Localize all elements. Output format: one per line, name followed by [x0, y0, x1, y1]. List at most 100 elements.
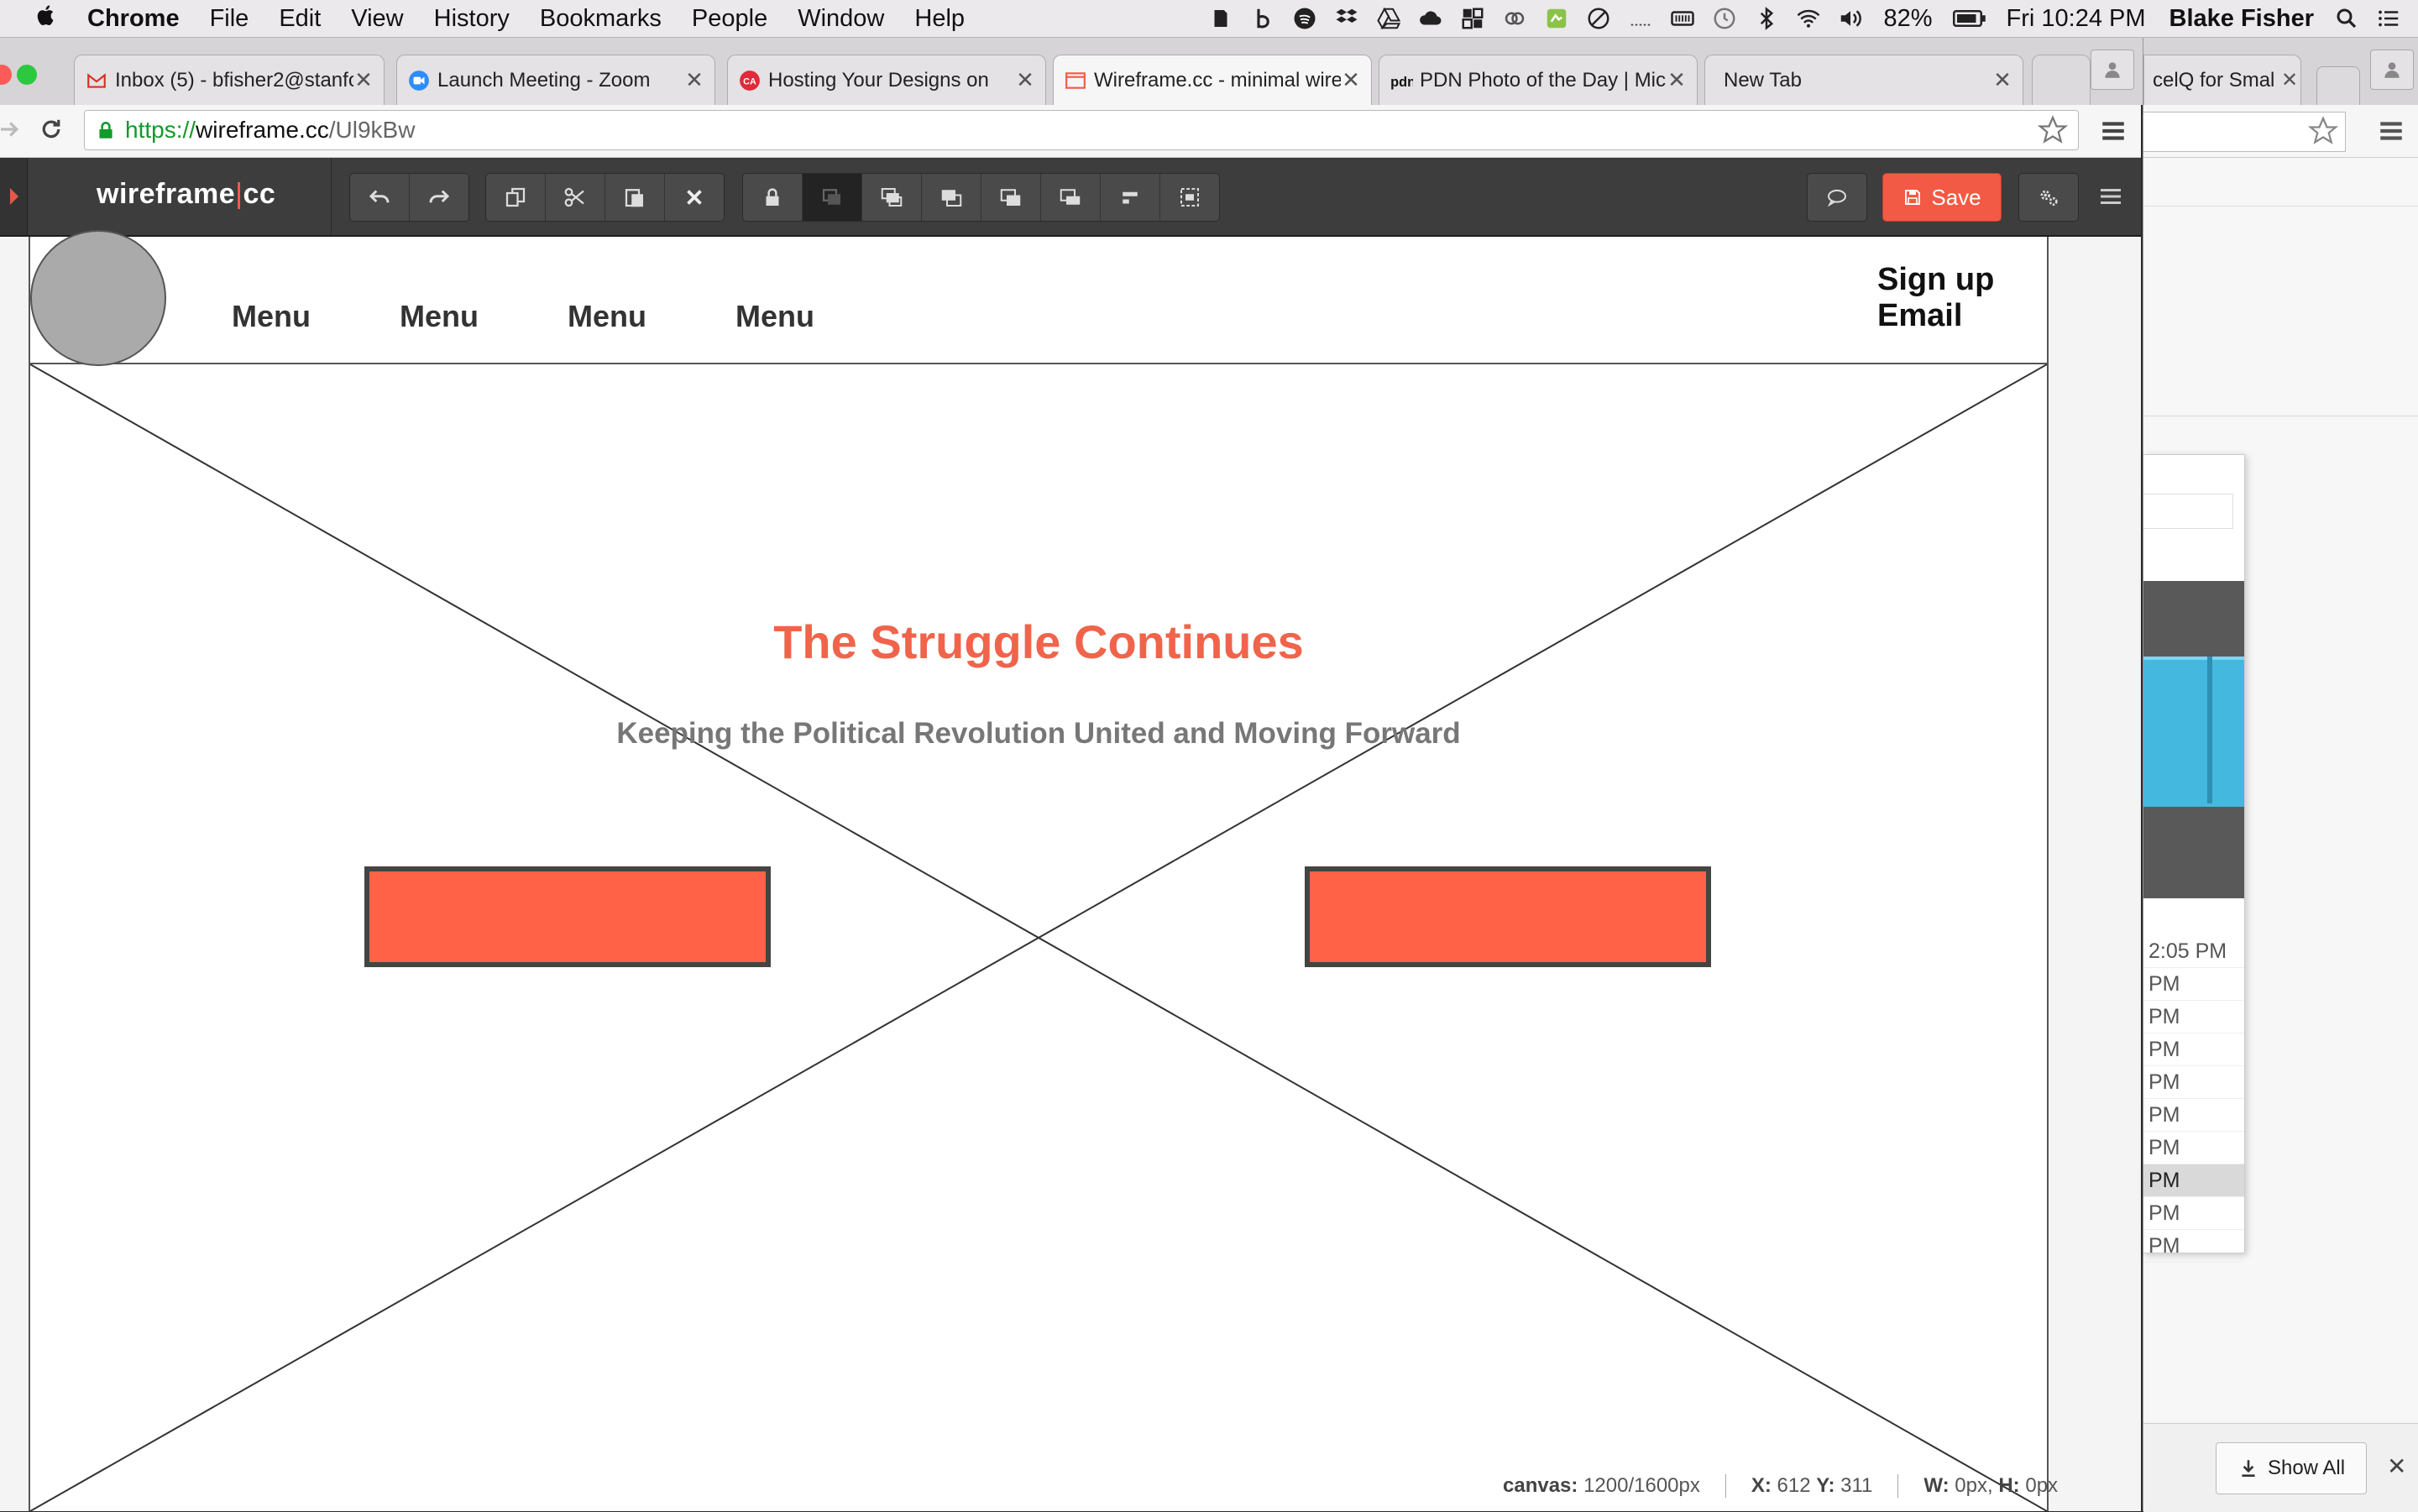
- creative-cloud-icon[interactable]: [1502, 6, 1527, 31]
- time-row[interactable]: PM: [2143, 1197, 2244, 1230]
- bring-to-front-button[interactable]: [862, 174, 922, 221]
- distribute-button[interactable]: [1160, 174, 1219, 221]
- wireframe-header[interactable]: Menu Menu Menu Menu Sign up Email: [30, 230, 2047, 366]
- tab-close-icon[interactable]: ✕: [1992, 67, 2012, 93]
- time-row[interactable]: PM: [2143, 968, 2244, 1001]
- panel-input[interactable]: [2143, 494, 2233, 529]
- paste-button[interactable]: [605, 174, 665, 221]
- menu-edit[interactable]: Edit: [279, 5, 321, 33]
- comment-button[interactable]: [1808, 174, 1866, 221]
- cut-button[interactable]: [546, 174, 605, 221]
- tab-close-icon[interactable]: ✕: [1667, 67, 1687, 93]
- delete-button[interactable]: [665, 174, 724, 221]
- battery-icon[interactable]: [1952, 6, 1986, 31]
- time-row[interactable]: PM: [2143, 1001, 2244, 1033]
- bookmark-star-icon[interactable]: [2038, 115, 2068, 145]
- window-close-button[interactable]: [0, 65, 12, 85]
- sidebar-toggle[interactable]: [0, 158, 28, 235]
- forward-arrow-icon[interactable]: [0, 117, 22, 142]
- menu-history[interactable]: History: [434, 5, 510, 33]
- canvas-area[interactable]: Menu Menu Menu Menu Sign up Email The St…: [0, 230, 2141, 1511]
- clock[interactable]: Fri 10:24 PM: [2007, 5, 2146, 33]
- time-row[interactable]: PM: [2143, 1230, 2244, 1263]
- address-bar[interactable]: https://wireframe.cc/Ul9kBw: [84, 110, 2079, 150]
- group-button[interactable]: [803, 174, 862, 221]
- hero-image-placeholder[interactable]: The Struggle Continues Keeping the Polit…: [30, 364, 2047, 1511]
- new-tab-button[interactable]: [2032, 55, 2091, 105]
- notification-center-icon[interactable]: [2376, 6, 2401, 31]
- nav-menu-item[interactable]: Menu: [568, 299, 646, 334]
- cta-button-right[interactable]: [1305, 866, 1711, 967]
- background-address-bar[interactable]: [2143, 112, 2346, 152]
- menu-app-chrome[interactable]: Chrome: [87, 5, 180, 33]
- tab-zoom[interactable]: Launch Meeting - Zoom ✕: [396, 55, 715, 105]
- cta-button-left[interactable]: [364, 866, 771, 967]
- hero-title[interactable]: The Struggle Continues: [30, 615, 2047, 669]
- menu-bookmarks[interactable]: Bookmarks: [540, 5, 662, 33]
- tab-close-icon[interactable]: ✕: [1015, 67, 1035, 93]
- tab-close-icon[interactable]: ✕: [2279, 68, 2300, 92]
- reload-icon[interactable]: [39, 117, 64, 142]
- time-row[interactable]: PM: [2143, 1099, 2244, 1132]
- background-tab[interactable]: celQ for Smal ✕: [2143, 55, 2301, 105]
- close-downloads-icon[interactable]: ✕: [2387, 1452, 2406, 1480]
- show-all-downloads-button[interactable]: Show All: [2216, 1442, 2367, 1494]
- nav-menu-item[interactable]: Menu: [400, 299, 479, 334]
- time-row[interactable]: PM: [2143, 1066, 2244, 1099]
- cloud-icon[interactable]: [1418, 6, 1443, 31]
- tab-wireframe[interactable]: Wireframe.cc - minimal wireframing ✕: [1053, 55, 1372, 105]
- dots-icon[interactable]: [1628, 6, 1653, 31]
- menu-file[interactable]: File: [210, 5, 249, 33]
- new-tab-button[interactable]: [2316, 66, 2360, 106]
- tab-gmail[interactable]: Inbox (5) - bfisher2@stanford.edu ✕: [74, 55, 385, 105]
- signup-text[interactable]: Sign up Email: [1877, 262, 1994, 334]
- profile-button[interactable]: [2091, 50, 2134, 90]
- user-name[interactable]: Blake Fisher: [2169, 5, 2314, 33]
- nav-menu-item[interactable]: Menu: [735, 299, 814, 334]
- time-row[interactable]: PM: [2143, 1033, 2244, 1066]
- tab-close-icon[interactable]: ✕: [353, 67, 374, 93]
- wireframe-page[interactable]: Menu Menu Menu Menu Sign up Email The St…: [29, 230, 2049, 1511]
- app-store-green-icon[interactable]: [1544, 6, 1569, 31]
- time-row-selected[interactable]: PM: [2143, 1164, 2244, 1197]
- menu-people[interactable]: People: [692, 5, 767, 33]
- bring-forward-button[interactable]: [922, 174, 981, 221]
- volume-icon[interactable]: [1838, 6, 1863, 31]
- duplicate-button[interactable]: [486, 174, 546, 221]
- app-menu-icon[interactable]: [2096, 181, 2126, 212]
- spotlight-search-icon[interactable]: [2334, 6, 2359, 31]
- menu-window[interactable]: Window: [798, 5, 884, 33]
- time-machine-icon[interactable]: [1712, 6, 1737, 31]
- send-to-back-button[interactable]: [1041, 174, 1101, 221]
- settings-button[interactable]: [2019, 174, 2078, 221]
- chrome-menu-icon[interactable]: [2377, 117, 2405, 145]
- app-logo[interactable]: wireframe|cc: [97, 178, 275, 211]
- spotify-icon[interactable]: [1292, 6, 1317, 31]
- time-row[interactable]: PM: [2143, 1132, 2244, 1164]
- menu-help[interactable]: Help: [914, 5, 965, 33]
- lock-button[interactable]: [743, 174, 803, 221]
- background-browser-window[interactable]: celQ for Smal ✕ 2:05 PM PM PM PM PM PM P…: [2143, 38, 2418, 1512]
- no-entry-icon[interactable]: [1586, 6, 1611, 31]
- apple-icon[interactable]: [34, 3, 59, 34]
- redo-button[interactable]: [410, 174, 468, 221]
- send-backward-button[interactable]: [981, 174, 1041, 221]
- save-button[interactable]: Save: [1882, 173, 2002, 222]
- tab-pdn[interactable]: pdn PDN Photo of the Day | Mic ✕: [1379, 55, 1698, 105]
- menu-view[interactable]: View: [351, 5, 403, 33]
- undo-button[interactable]: [350, 174, 410, 221]
- google-drive-icon[interactable]: [1376, 6, 1401, 31]
- time-row[interactable]: 2:05 PM: [2143, 935, 2244, 968]
- evernote-icon[interactable]: [1208, 6, 1233, 31]
- align-button[interactable]: [1101, 174, 1160, 221]
- tab-new-tab[interactable]: New Tab ✕: [1704, 55, 2023, 105]
- nav-menu-item[interactable]: Menu: [232, 299, 311, 334]
- dropbox-icon[interactable]: [1334, 6, 1359, 31]
- tab-hosting-designs[interactable]: CA Hosting Your Designs on ✕: [727, 55, 1046, 105]
- profile-button[interactable]: [2370, 50, 2414, 90]
- memory-icon[interactable]: [1670, 6, 1695, 31]
- grid-app-icon[interactable]: [1460, 6, 1485, 31]
- window-zoom-button[interactable]: [17, 65, 37, 85]
- tab-close-icon[interactable]: ✕: [684, 67, 704, 93]
- wifi-icon[interactable]: [1796, 6, 1821, 31]
